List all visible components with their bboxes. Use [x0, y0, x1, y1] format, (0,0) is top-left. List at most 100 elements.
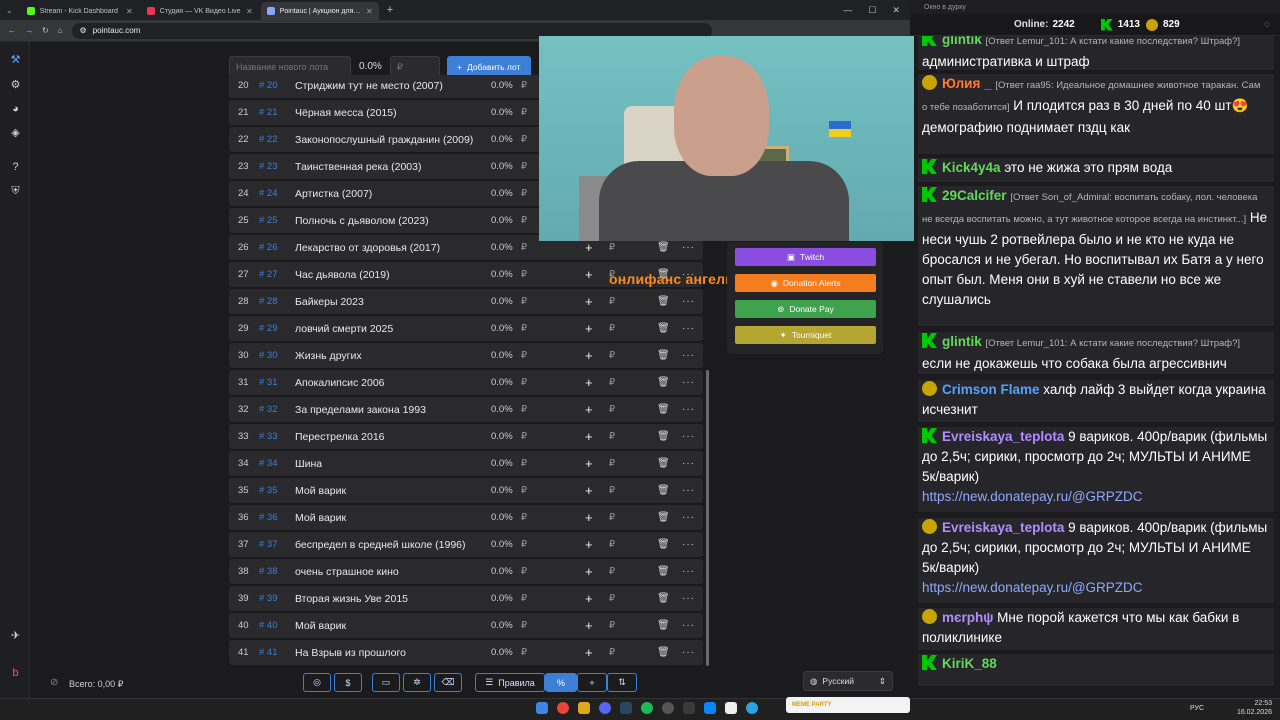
delete-icon[interactable]: 🗑	[657, 512, 670, 523]
delete-icon[interactable]: 🗑	[657, 296, 670, 307]
tab-search-icon[interactable]: ⌄	[6, 6, 13, 15]
lot-name[interactable]: ловчий смерти 2025	[295, 323, 475, 335]
chat-nick[interactable]: glintik	[942, 334, 982, 349]
history-button[interactable]: ✲	[403, 673, 431, 692]
add-amount-icon[interactable]: +	[585, 456, 593, 471]
delete-icon[interactable]: 🗑	[657, 647, 670, 658]
lot-row[interactable]: 28 # 28 Байкеры 2023 0.0% ₽ + ₽ 🗑 ···	[229, 289, 703, 314]
lot-name[interactable]: За пределами закона 1993	[295, 404, 475, 416]
lot-id[interactable]: # 31	[259, 377, 278, 388]
delete-icon[interactable]: 🗑	[657, 593, 670, 604]
maximize-icon[interactable]: ☐	[868, 5, 876, 16]
tab-kick-dashboard[interactable]: Stream - Kick Dashboard ✕	[21, 2, 139, 20]
spotify-icon[interactable]	[641, 702, 653, 714]
lot-row[interactable]: 41 # 41 На Взрыв из прошлого 0.0% ₽ + ₽ 🗑 ···	[229, 640, 703, 665]
lot-id[interactable]: # 40	[259, 620, 278, 631]
amount-input[interactable]: ₽	[609, 485, 615, 496]
amount-input[interactable]: ₽	[609, 350, 615, 361]
close-window-icon[interactable]: ✕	[892, 5, 900, 16]
lot-amount[interactable]: ₽	[521, 215, 527, 226]
lot-name[interactable]: Законопослушный гражданин (2009)	[295, 134, 475, 146]
telegram-icon[interactable]	[746, 702, 758, 714]
chat-link[interactable]: https://new.donatepay.ru/@GRPZDC	[922, 489, 1143, 504]
lot-row[interactable]: 36 # 36 Мой варик 0.0% ₽ + ₽ 🗑 ···	[229, 505, 703, 530]
sort-button[interactable]: ⇅	[607, 673, 637, 692]
back-icon[interactable]: ←	[8, 26, 16, 35]
chat-nick[interactable]: Evreiskaya_teplota	[942, 429, 1064, 444]
chat-nick[interactable]: Evreiskaya_teplota	[942, 520, 1064, 535]
lot-id[interactable]: # 33	[259, 431, 278, 442]
lot-amount[interactable]: ₽	[521, 350, 527, 361]
lot-row[interactable]: 35 # 35 Мой варик 0.0% ₽ + ₽ 🗑 ···	[229, 478, 703, 503]
lot-name[interactable]: Вторая жизнь Уве 2015	[295, 593, 475, 605]
system-clock[interactable]: 22:53 16.02.2026	[1237, 699, 1272, 717]
chat-nick[interactable]: Юлия _	[942, 76, 992, 91]
lot-row[interactable]: 33 # 33 Перестрелка 2016 0.0% ₽ + ₽ 🗑 ···	[229, 424, 703, 449]
add-amount-icon[interactable]: +	[585, 348, 593, 363]
lot-amount[interactable]: ₽	[521, 647, 527, 658]
close-tab-icon[interactable]: ✕	[246, 7, 253, 16]
add-amount-icon[interactable]: +	[585, 510, 593, 525]
lot-amount[interactable]: ₽	[521, 242, 527, 253]
amount-input[interactable]: ₽	[609, 431, 615, 442]
twitch-button[interactable]: ▣ Twitch	[735, 248, 876, 266]
more-icon[interactable]: ···	[682, 323, 695, 334]
lot-name[interactable]: беспредел в средней школе (1996)	[295, 539, 475, 551]
lot-amount[interactable]: ₽	[521, 512, 527, 523]
amount-input[interactable]: ₽	[609, 242, 615, 253]
telegram-icon[interactable]: ✈	[9, 630, 22, 643]
lot-amount[interactable]: ₽	[521, 80, 527, 91]
add-amount-icon[interactable]: +	[585, 375, 593, 390]
lot-row[interactable]: 37 # 37 беспредел в средней школе (1996) 0.…	[229, 532, 703, 557]
lot-name[interactable]: очень страшное кино	[295, 566, 475, 578]
app-icon[interactable]	[725, 702, 737, 714]
lot-name[interactable]: На Взрыв из прошлого	[295, 647, 475, 659]
lot-list-scrollbar[interactable]	[706, 370, 709, 666]
amount-input[interactable]: ₽	[609, 323, 615, 334]
chat-nick[interactable]: mєrphψ	[942, 610, 993, 625]
chrome-icon[interactable]	[557, 702, 569, 714]
amount-input[interactable]: ₽	[609, 458, 615, 469]
lot-amount[interactable]: ₽	[521, 377, 527, 388]
lot-amount[interactable]: ₽	[521, 161, 527, 172]
keyboard-language[interactable]: РУС	[1190, 705, 1204, 712]
github-button[interactable]: ◎	[303, 673, 331, 692]
add-amount-icon[interactable]: +	[585, 537, 593, 552]
layers-icon[interactable]: ◈	[9, 127, 22, 140]
chat-nick[interactable]: Crimson Flame	[942, 382, 1040, 397]
lot-row[interactable]: 34 # 34 Шина 0.0% ₽ + ₽ 🗑 ···	[229, 451, 703, 476]
wheel-icon[interactable]: ◕	[9, 103, 22, 116]
amount-input[interactable]: ₽	[609, 593, 615, 604]
more-icon[interactable]: ···	[682, 566, 695, 577]
lot-id[interactable]: # 21	[259, 107, 278, 118]
lot-name[interactable]: Апокалипсис 2006	[295, 377, 475, 389]
add-amount-icon[interactable]: +	[585, 483, 593, 498]
amount-input[interactable]: ₽	[609, 566, 615, 577]
minimize-icon[interactable]: —	[843, 5, 852, 15]
lot-id[interactable]: # 26	[259, 242, 278, 253]
app-icon[interactable]	[704, 702, 716, 714]
settings-icon[interactable]: ◌	[1264, 19, 1270, 30]
delete-icon[interactable]: 🗑	[657, 350, 670, 361]
lot-row[interactable]: 38 # 38 очень страшное кино 0.0% ₽ + ₽ 🗑 ···	[229, 559, 703, 584]
clear-button[interactable]: ⌫	[434, 673, 462, 692]
chat-nick[interactable]: KiriK_88	[942, 656, 997, 671]
chat-nick[interactable]: Kick4y4a	[942, 160, 1001, 175]
amount-input[interactable]: ₽	[609, 296, 615, 307]
amount-input[interactable]: ₽	[609, 404, 615, 415]
lot-id[interactable]: # 23	[259, 161, 278, 172]
delete-icon[interactable]: 🗑	[657, 242, 670, 253]
home-icon[interactable]: ⌂	[58, 26, 63, 35]
close-tab-icon[interactable]: ✕	[126, 7, 133, 16]
donate-button[interactable]: $	[334, 673, 362, 692]
lot-name[interactable]: Лекарство от здоровья (2017)	[295, 242, 475, 254]
more-icon[interactable]: ···	[682, 242, 695, 253]
hide-total-icon[interactable]: ⊘	[50, 677, 58, 688]
reload-icon[interactable]: ↻	[42, 26, 49, 35]
more-icon[interactable]: ···	[682, 350, 695, 361]
lot-id[interactable]: # 22	[259, 134, 278, 145]
donation-alerts-button[interactable]: ◉ Donation Alerts	[735, 274, 876, 292]
more-icon[interactable]: ···	[682, 431, 695, 442]
lot-id[interactable]: # 35	[259, 485, 278, 496]
forward-icon[interactable]: →	[25, 26, 33, 35]
